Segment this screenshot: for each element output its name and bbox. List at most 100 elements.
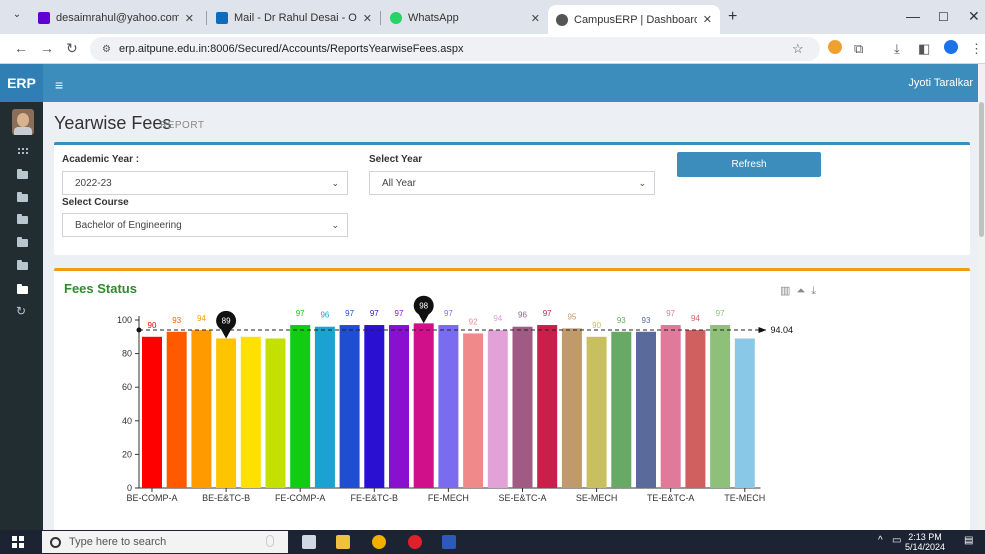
bar	[314, 326, 335, 488]
bar	[142, 336, 162, 488]
select-year-select[interactable]: All Year ⌄	[369, 171, 655, 195]
reload-icon[interactable]: ↻	[66, 40, 78, 57]
outlook-icon	[216, 12, 228, 24]
pin-marker-label: 89	[222, 316, 231, 325]
fees-bar-chart: 0 20 40 60 80 100 90 93 94 89 97 96 97 97 97 98 97 92 94 96…	[117, 295, 794, 503]
site-info-icon[interactable]: ⚙	[102, 44, 111, 55]
bar	[611, 331, 632, 488]
forward-icon[interactable]: →	[40, 40, 54, 56]
academic-year-label: Academic Year :	[62, 154, 140, 165]
folder-icon[interactable]	[17, 260, 28, 270]
tab-outlook[interactable]: Mail - Dr Rahul Desai - Outlook ✕	[208, 5, 380, 31]
notification-icon[interactable]: ▤	[964, 535, 973, 546]
bookmark-star-icon[interactable]: ☆	[792, 41, 804, 57]
bar	[710, 325, 731, 488]
page-subtitle: REPORT	[160, 120, 205, 131]
user-avatar[interactable]	[12, 109, 34, 135]
bar-value-label: 95	[567, 312, 576, 321]
bar	[685, 330, 706, 488]
tab-campuserp[interactable]: CampusERP | Dashboard ✕	[548, 5, 720, 34]
url-field[interactable]: ⚙ erp.aitpune.edu.in:8006/Secured/Accoun…	[90, 37, 820, 61]
tab-yahoo[interactable]: desaimrahul@yahoo.com - Yah ✕	[30, 5, 202, 31]
folder-icon[interactable]	[17, 169, 28, 179]
refresh-icon[interactable]: ↻	[16, 304, 26, 318]
microphone-icon[interactable]	[266, 535, 274, 547]
x-tick-label: FE-COMP-A	[275, 493, 326, 503]
bar	[389, 325, 409, 488]
page-title: Yearwise Fees	[54, 113, 172, 133]
bar-value-label: 97	[716, 309, 725, 318]
close-tab-icon[interactable]: ✕	[357, 12, 372, 25]
folder-icon[interactable]	[17, 237, 28, 247]
course-select[interactable]: Bachelor of Engineering ⌄	[62, 213, 348, 237]
x-tick-label: SE-MECH	[576, 493, 618, 503]
close-tab-icon[interactable]: ✕	[525, 12, 540, 25]
network-icon[interactable]: ▭	[892, 535, 901, 546]
bar-value-label: 97	[296, 309, 305, 318]
bar-value-label: 96	[320, 311, 329, 320]
bar-value-label: 97	[345, 309, 354, 318]
new-tab-icon[interactable]: +	[728, 8, 737, 26]
bar	[487, 330, 508, 488]
bar-value-label: 92	[469, 317, 478, 326]
dashboard-grid-icon[interactable]	[17, 147, 28, 156]
bar	[240, 336, 261, 488]
windows-start-icon[interactable]	[12, 536, 24, 548]
bar-value-label: 94	[691, 314, 700, 323]
scrollbar-thumb[interactable]	[979, 102, 984, 237]
task-view-icon[interactable]	[302, 535, 316, 549]
minimize-icon[interactable]: —	[906, 8, 920, 24]
opera-icon[interactable]	[408, 535, 422, 549]
bar-value-label: 94	[493, 314, 502, 323]
download-icon[interactable]: ⤓	[894, 41, 900, 57]
x-tick-label: FE-E&TC-B	[351, 493, 399, 503]
folder-icon[interactable]	[17, 192, 28, 202]
back-icon[interactable]: ←	[14, 40, 28, 56]
extension-icon[interactable]	[828, 40, 842, 54]
x-tick-label: TE-MECH	[724, 493, 765, 503]
select-course-label: Select Course	[62, 197, 129, 208]
browser-menu-icon[interactable]: ⋮	[970, 41, 983, 57]
chrome-icon[interactable]	[372, 535, 386, 549]
refresh-button[interactable]: Refresh	[677, 152, 821, 177]
user-name[interactable]: Jyoti Taralkar	[908, 77, 973, 89]
bar	[191, 330, 212, 488]
bar	[413, 323, 434, 488]
maximize-icon[interactable]: ☐	[938, 10, 949, 24]
bar	[561, 328, 582, 488]
folder-icon[interactable]	[17, 214, 28, 224]
bar	[660, 325, 681, 488]
extensions-puzzle-icon[interactable]: ⧉	[854, 41, 863, 57]
bar-value-label: 97	[444, 309, 453, 318]
app-logo[interactable]: ERP	[0, 64, 43, 102]
tab-whatsapp[interactable]: WhatsApp ✕	[382, 5, 548, 31]
academic-year-select[interactable]: 2022-23 ⌄	[62, 171, 348, 195]
taskbar-search[interactable]: Type here to search	[42, 531, 288, 553]
globe-icon	[556, 13, 568, 26]
bar	[339, 325, 360, 488]
tab-search-icon[interactable]: ⌄	[8, 9, 26, 25]
profile-avatar-icon[interactable]	[944, 40, 958, 54]
file-explorer-icon[interactable]	[336, 535, 350, 549]
tray-chevron-icon[interactable]: ^	[878, 535, 883, 546]
folder-icon-active[interactable]	[17, 284, 28, 294]
menu-toggle-icon[interactable]: ≡	[55, 77, 63, 93]
close-tab-icon[interactable]: ✕	[179, 12, 194, 25]
word-icon[interactable]	[442, 535, 456, 549]
y-tick-label: 100	[117, 315, 132, 325]
bar	[586, 336, 607, 488]
filter-panel	[54, 142, 970, 255]
y-tick-label: 0	[127, 483, 132, 493]
bar-value-label: 97	[543, 309, 552, 318]
bar	[537, 325, 558, 488]
close-tab-icon[interactable]: ✕	[697, 13, 712, 26]
bar	[216, 338, 237, 488]
average-line-label: 94.04	[771, 325, 794, 335]
taskbar-clock[interactable]: 2:13 PM 5/14/2024	[905, 532, 945, 552]
close-window-icon[interactable]: ✕	[968, 8, 980, 25]
top-navbar	[43, 64, 985, 102]
sidepanel-icon[interactable]: ◧	[918, 41, 930, 57]
bar-value-label: 97	[395, 309, 404, 318]
y-tick-label: 60	[122, 382, 132, 392]
x-tick-label: BE-COMP-A	[126, 493, 177, 503]
